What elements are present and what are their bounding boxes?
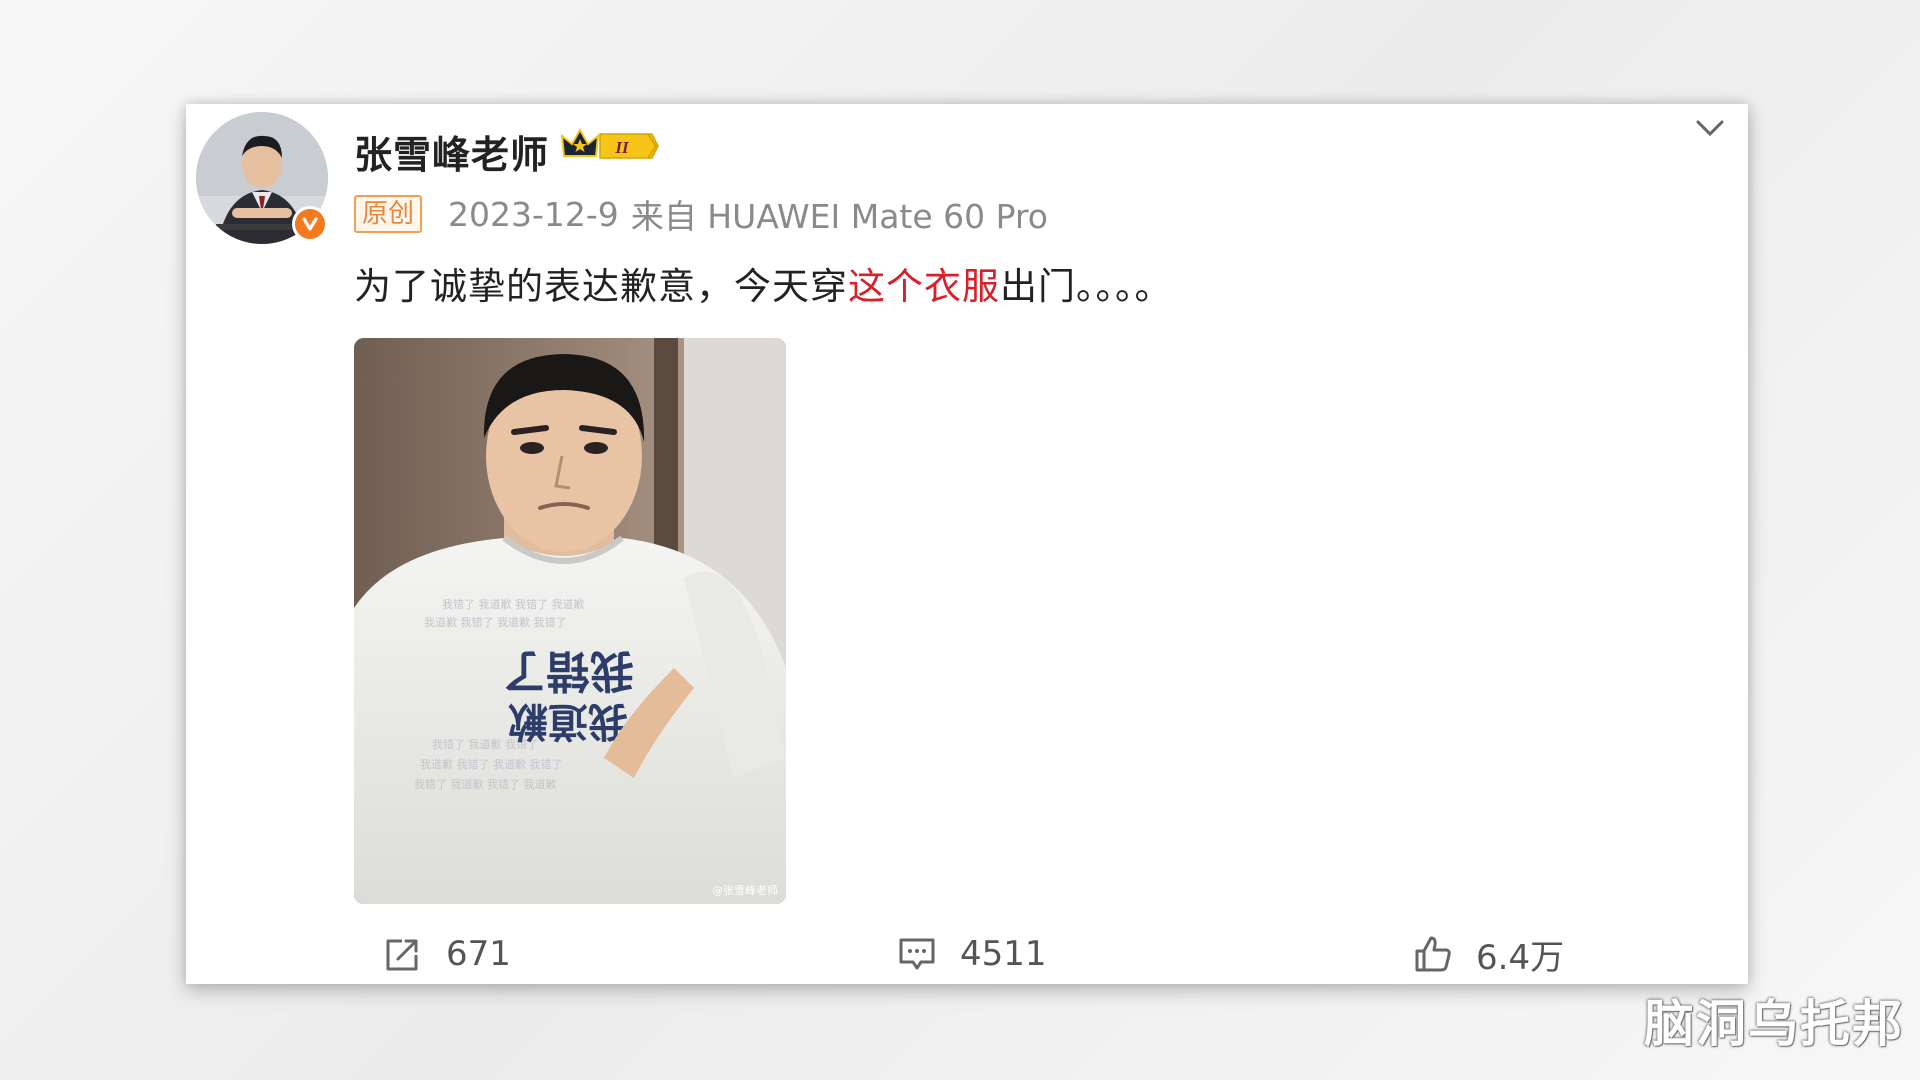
image-watermark: @张雪峰老师 <box>712 884 778 897</box>
crown-vip-icon[interactable]: II <box>560 126 660 166</box>
shirt-line-1: 我错了 <box>502 645 634 696</box>
username[interactable]: 张雪峰老师 <box>354 124 549 179</box>
svg-text:我错了 我道歉 我错了 我道歉: 我错了 我道歉 我错了 我道歉 <box>442 597 585 611</box>
action-bar: 671 4511 6.4万 <box>186 926 1748 984</box>
comment-count: 4511 <box>960 934 1047 974</box>
brand-watermark: 脑洞乌托邦 <box>1644 995 1904 1053</box>
repost-count: 671 <box>446 934 511 974</box>
post-text-highlight: 这个衣服 <box>848 265 1000 308</box>
post-date[interactable]: 2023-12-9 <box>448 195 619 234</box>
post-text: 为了诚挚的表达歉意，今天穿这个衣服出门。。。。 <box>354 256 1173 310</box>
comment-button[interactable]: 4511 <box>896 926 1047 982</box>
post-text-before: 为了诚挚的表达歉意，今天穿 <box>354 265 848 308</box>
thumbs-up-icon <box>1415 936 1451 972</box>
svg-text:我道歉 我错了 我道歉 我错了: 我道歉 我错了 我道歉 我错了 <box>420 757 563 771</box>
post-text-after: 出门。。。。 <box>1000 265 1173 308</box>
post-source: 来自 HUAWEI Mate 60 Pro <box>630 197 1049 236</box>
repost-button[interactable]: 671 <box>382 926 511 982</box>
svg-text:我错了 我道歉 我错了 我道歉: 我错了 我道歉 我错了 我道歉 <box>414 777 557 791</box>
comment-icon <box>899 938 935 970</box>
screenshot-stage: 张雪峰老师 II 原创 2023-12-9 来自 HUAWEI Mate 60 … <box>0 0 1920 1080</box>
like-button[interactable]: 6.4万 <box>1412 926 1564 982</box>
verified-v-icon <box>292 206 328 242</box>
share-icon <box>386 939 418 971</box>
post-meta: 原创 2023-12-9 来自 HUAWEI Mate 60 Pro <box>354 190 1048 238</box>
post-photo[interactable]: 我错了 我道歉 我错了 我道歉 我道歉 我错了 我道歉 我错了 我错了 我道歉 … <box>354 338 786 904</box>
shirt-line-2: 我道歉 <box>508 698 628 744</box>
weibo-post-card: 张雪峰老师 II 原创 2023-12-9 来自 HUAWEI Mate 60 … <box>186 104 1748 984</box>
like-count: 6.4万 <box>1476 937 1565 978</box>
original-tag: 原创 <box>354 195 423 233</box>
vip-level-text: II <box>614 138 630 157</box>
chevron-down-icon[interactable] <box>1690 112 1730 144</box>
svg-text:我道歉 我错了 我道歉 我错了: 我道歉 我错了 我道歉 我错了 <box>424 615 567 629</box>
